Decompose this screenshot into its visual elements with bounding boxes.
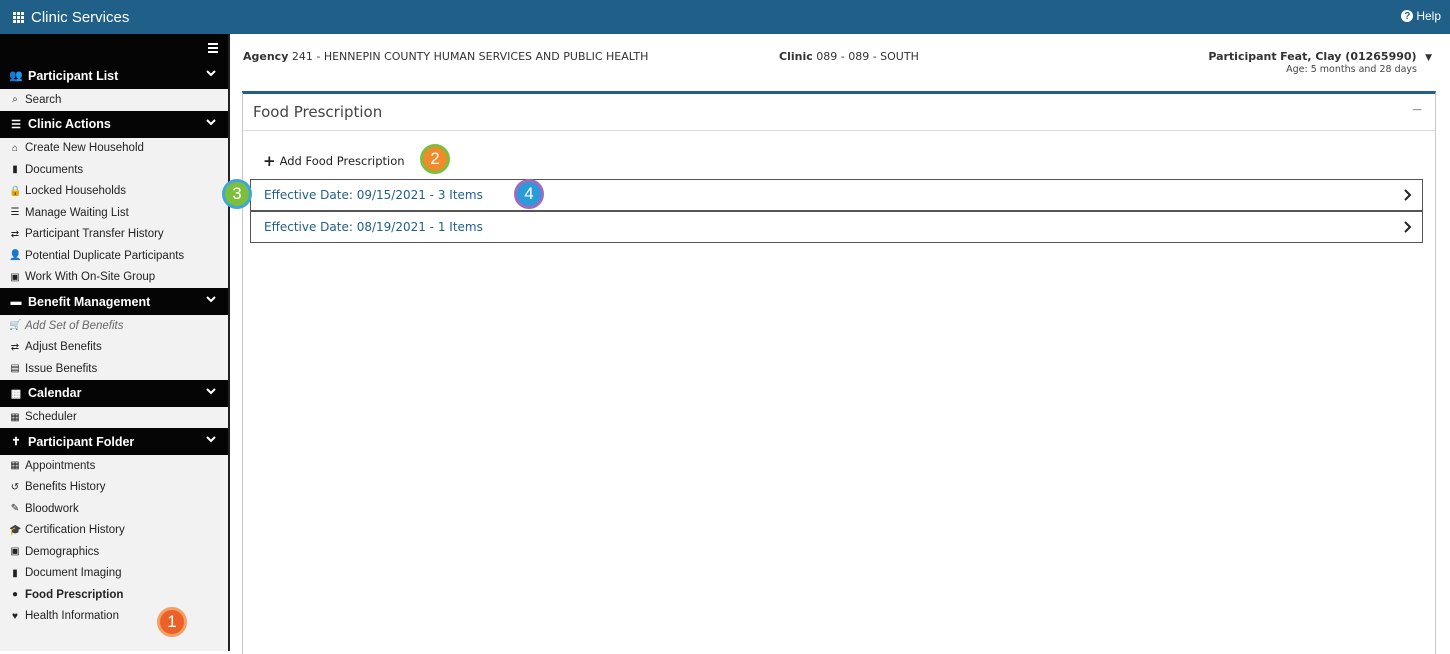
heartbeat-icon: ♥ (12, 610, 18, 622)
panel-title: Food Prescription (253, 103, 383, 121)
section-title: Participant List (28, 68, 119, 83)
list-icon: ☰ (10, 207, 20, 219)
chevron-down-icon (206, 70, 216, 77)
calendar-icon: ▦ (10, 387, 22, 400)
users-icon: 👥 (9, 70, 23, 82)
prescription-row-label: Effective Date: 09/15/2021 - 3 Items (264, 188, 483, 202)
section-benefit-management[interactable]: ▬ Benefit Management (0, 288, 228, 315)
sidebar-item-benefits-history[interactable]: ↺ Benefits History (0, 477, 228, 499)
sidebar-item-scheduler[interactable]: ▦ Scheduler (0, 407, 228, 429)
transfer-icon: ⇄ (10, 228, 20, 240)
app-title-area[interactable]: Clinic Services (0, 9, 129, 26)
sidebar-item-adjust-benefits[interactable]: ⇄ Adjust Benefits (0, 337, 228, 359)
sidebar-item-add-set-of-benefits[interactable]: 🛒 Add Set of Benefits (0, 315, 228, 337)
sidebar-item-issue-benefits[interactable]: ▤ Issue Benefits (0, 358, 228, 380)
document-icon: ▮ (12, 567, 18, 579)
add-food-prescription-button[interactable]: + Add Food Prescription (263, 151, 405, 170)
chevron-down-icon (206, 118, 216, 125)
sidebar: 👥 Participant List ⌕ Search ☰ Clinic Acti… (0, 34, 230, 651)
calendar-icon: ▦ (10, 460, 20, 472)
section-participant-folder[interactable]: ✝ Participant Folder (0, 428, 228, 455)
callout-badge-2: 2 (420, 144, 450, 174)
sidebar-item-bloodwork[interactable]: ✎ Bloodwork (0, 498, 228, 520)
history-icon: ↺ (10, 481, 20, 493)
sidebar-item-demographics[interactable]: ▣ Demographics (0, 541, 228, 563)
clinic-info: Clinic 089 - 089 - SOUTH (779, 50, 919, 63)
section-title: Participant Folder (28, 434, 135, 449)
card-icon: ▤ (10, 363, 20, 375)
agency-info: Agency 241 - HENNEPIN COUNTY HUMAN SERVI… (243, 50, 648, 63)
graduation-cap-icon: 🎓 (9, 524, 22, 536)
sidebar-item-food-prescription[interactable]: ● Food Prescription (0, 584, 228, 606)
tasks-icon: ☰ (11, 118, 21, 131)
top-bar: Clinic Services ? Help (0, 0, 1450, 34)
add-food-prescription-label: Add Food Prescription (279, 154, 405, 168)
participant-age: Age: 5 months and 28 days (1286, 64, 1417, 75)
calendar-icon: ▦ (10, 411, 20, 423)
participant-line: Participant Feat, Clay (01265990) ▼ (1208, 50, 1432, 63)
user-edit-icon: 👤 (9, 250, 22, 262)
card-icon: ▬ (10, 295, 22, 308)
sidebar-item-manage-waiting-list[interactable]: ☰ Manage Waiting List (0, 202, 228, 224)
agency-label: Agency (243, 50, 289, 63)
section-title: Calendar (28, 386, 82, 400)
sidebar-item-health-information[interactable]: ♥ Health Information (0, 606, 228, 628)
chevron-down-icon (206, 436, 216, 443)
food-prescription-panel: Food Prescription − + Add Food Prescript… (242, 91, 1436, 654)
lock-icon: 🔒 (9, 185, 22, 197)
prescription-row[interactable]: Effective Date: 08/19/2021 - 1 Items (250, 211, 1423, 243)
clinic-value: 089 - 089 - SOUTH (816, 50, 919, 63)
participant-label: Participant (1208, 50, 1277, 63)
section-title: Benefit Management (28, 294, 151, 309)
sidebar-item-create-new-household[interactable]: ⌂ Create New Household (0, 138, 228, 160)
callout-badge-4: 4 (514, 179, 544, 209)
participant-value: Feat, Clay (01265990) (1280, 50, 1417, 63)
hamburger-icon[interactable] (208, 43, 218, 55)
cart-icon: 🛒 (9, 320, 22, 332)
transfer-icon: ⇄ (10, 341, 20, 353)
question-circle-icon: ? (1401, 10, 1414, 22)
section-calendar[interactable]: ▦ Calendar (0, 379, 228, 407)
clinic-label: Clinic (779, 50, 813, 63)
collapse-icon[interactable]: − (1411, 102, 1423, 118)
chevron-right-icon (1404, 189, 1412, 201)
callout-badge-1: 1 (157, 607, 187, 637)
sidebar-item-potential-duplicate-participants[interactable]: 👤 Potential Duplicate Participants (0, 245, 228, 267)
id-card-icon: ▣ (10, 546, 20, 558)
sidebar-toggle-row (0, 34, 228, 62)
section-participant-list[interactable]: 👥 Participant List (0, 62, 228, 89)
eyedropper-icon: ✎ (10, 503, 20, 515)
search-icon: ⌕ (12, 94, 18, 106)
sidebar-item-certification-history[interactable]: 🎓 Certification History (0, 520, 228, 542)
sidebar-item-participant-transfer-history[interactable]: ⇄ Participant Transfer History (0, 224, 228, 246)
sidebar-item-work-with-on-site-group[interactable]: ▣ Work With On-Site Group (0, 267, 228, 289)
prescription-row-label: Effective Date: 08/19/2021 - 1 Items (264, 220, 483, 234)
sidebar-item-document-imaging[interactable]: ▮ Document Imaging (0, 563, 228, 585)
sidebar-item-appointments[interactable]: ▦ Appointments (0, 455, 228, 477)
child-icon: ✝ (11, 436, 21, 448)
chevron-down-icon (206, 296, 216, 303)
group-icon: ▣ (10, 271, 20, 283)
apple-icon: ● (11, 589, 19, 601)
sidebar-item-documents[interactable]: ▮ Documents (0, 159, 228, 181)
chevron-right-icon (1404, 221, 1412, 233)
chevron-down-icon (206, 387, 216, 394)
agency-value: 241 - HENNEPIN COUNTY HUMAN SERVICES AND… (291, 50, 649, 63)
help-label: Help (1416, 9, 1441, 23)
prescription-row[interactable]: Effective Date: 09/15/2021 - 3 Items (250, 179, 1423, 211)
plus-icon: + (263, 151, 276, 170)
panel-header: Food Prescription − (243, 94, 1435, 131)
section-clinic-actions[interactable]: ☰ Clinic Actions (0, 110, 228, 138)
grid-icon (13, 11, 24, 23)
section-title: Clinic Actions (28, 117, 111, 131)
participant-info[interactable]: Participant Feat, Clay (01265990) ▼ Age:… (1208, 50, 1432, 75)
sidebar-item-locked-households[interactable]: 🔒 Locked Households (0, 181, 228, 203)
callout-badge-3: 3 (222, 179, 252, 209)
file-icon: ▮ (12, 164, 18, 176)
home-icon: ⌂ (11, 142, 19, 154)
app-title: Clinic Services (31, 8, 130, 26)
caret-down-icon[interactable]: ▼ (1425, 53, 1432, 63)
sidebar-item-search[interactable]: ⌕ Search (0, 89, 228, 111)
help-link[interactable]: ? Help (1401, 9, 1441, 23)
